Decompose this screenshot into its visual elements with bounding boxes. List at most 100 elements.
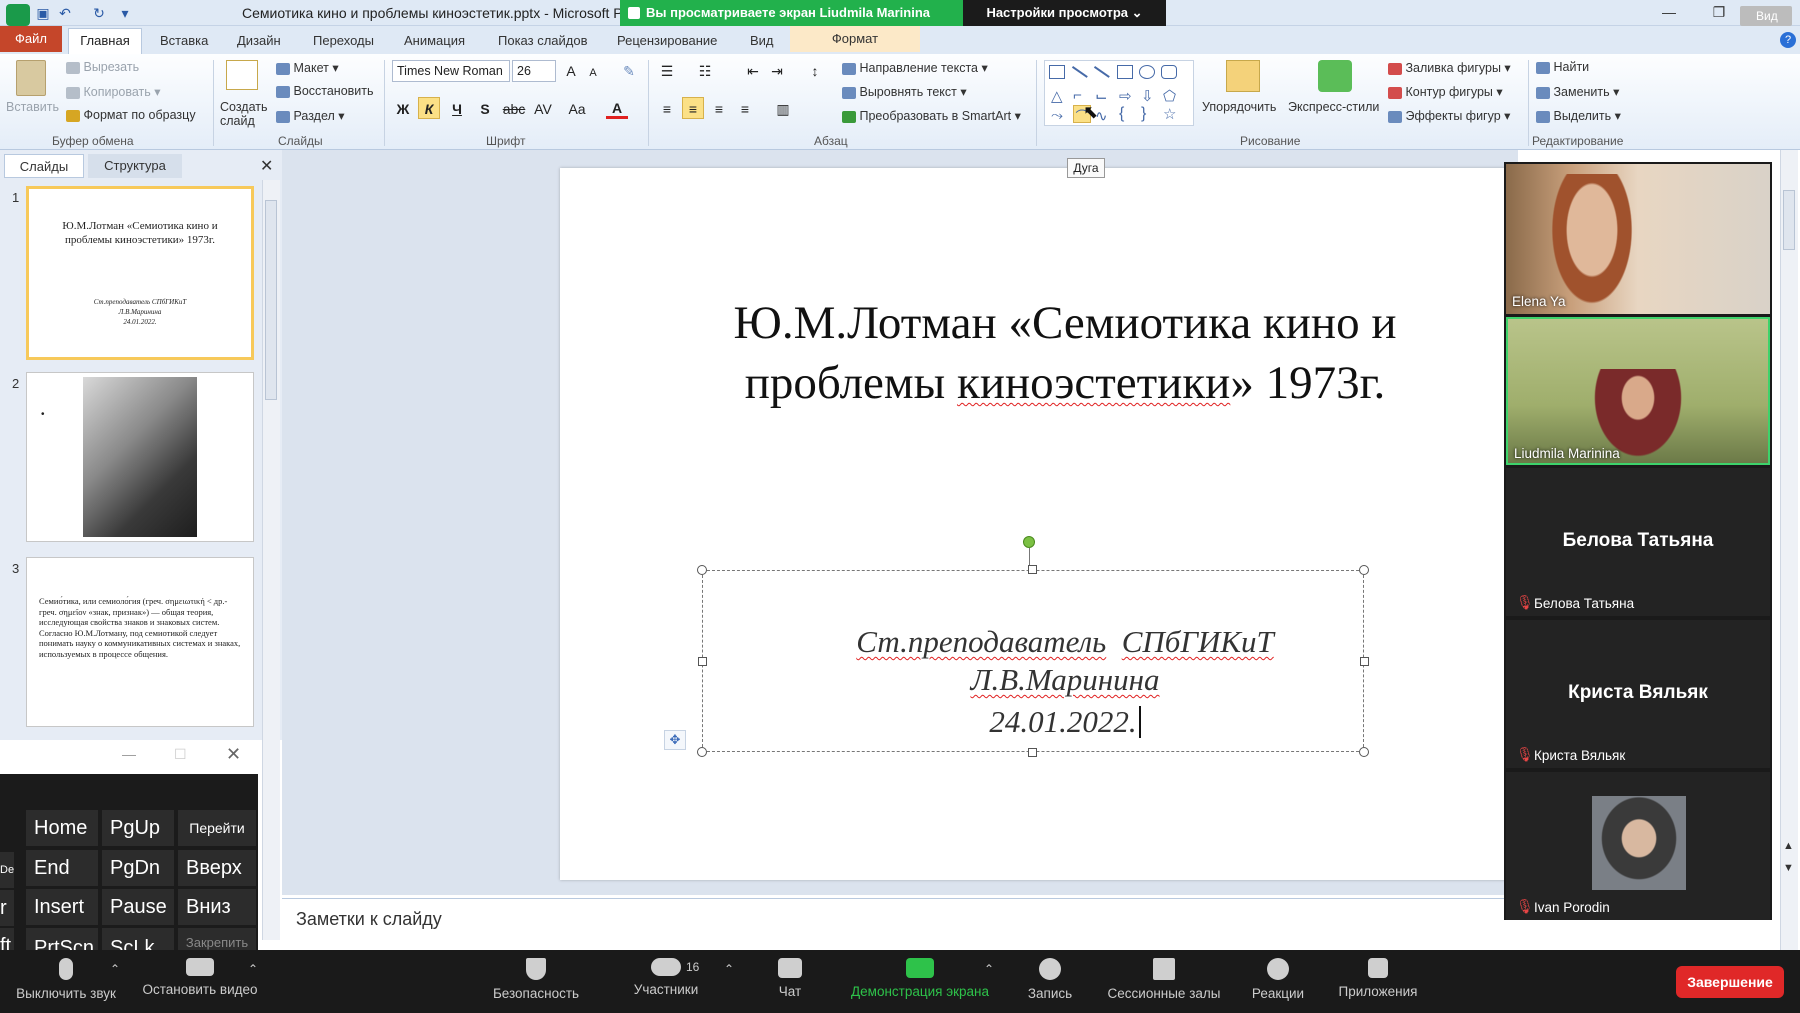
tab-file[interactable]: Файл <box>0 26 62 52</box>
replace-button[interactable]: Заменить ▾ <box>1536 84 1619 99</box>
prev-slide-icon[interactable]: ▲ <box>1783 840 1794 852</box>
tab-view[interactable]: Вид <box>750 33 774 48</box>
textbox-shape-icon[interactable] <box>1049 65 1065 79</box>
tab-outline[interactable]: Структура <box>88 154 182 178</box>
star-shape-icon[interactable]: ☆ <box>1163 105 1176 123</box>
tab-slideshow[interactable]: Показ слайдов <box>498 33 588 48</box>
section-button[interactable]: Раздел ▾ <box>276 108 345 123</box>
chat-button[interactable]: Чат <box>770 958 810 999</box>
end-meeting-button[interactable]: Завершение <box>1676 966 1784 998</box>
resize-handle[interactable] <box>1359 747 1369 757</box>
paste-button[interactable]: Вставить <box>6 100 59 114</box>
slide-thumbnail-2[interactable]: • <box>26 372 254 542</box>
triangle-shape-icon[interactable]: △ <box>1051 87 1063 105</box>
shape-effects-button[interactable]: Эффекты фигур ▾ <box>1388 108 1510 123</box>
char-spacing-button[interactable]: AV <box>530 98 556 120</box>
video-tile-ivan[interactable]: 🎙 Ivan Porodin <box>1506 772 1770 920</box>
resize-handle[interactable] <box>1028 748 1037 757</box>
key-down[interactable]: Вниз <box>178 889 256 925</box>
breakout-rooms-button[interactable]: Сессионные залы <box>1104 958 1224 1001</box>
key-prtscn[interactable]: PrtScn <box>26 928 98 950</box>
new-slide-icon[interactable] <box>226 60 258 90</box>
grow-font-button[interactable]: A <box>560 60 582 82</box>
resize-handle[interactable] <box>697 565 707 575</box>
arrange-icon[interactable] <box>1226 60 1260 92</box>
shape-outline-button[interactable]: Контур фигуры ▾ <box>1388 84 1503 99</box>
arrange-button[interactable]: Упорядочить <box>1202 100 1276 114</box>
tab-design[interactable]: Дизайн <box>237 33 281 48</box>
bold-button[interactable]: Ж <box>392 98 414 120</box>
tab-transitions[interactable]: Переходы <box>313 33 374 48</box>
key-pin[interactable]: Закрепить <box>178 928 256 950</box>
resize-handle[interactable] <box>1359 565 1369 575</box>
text-direction-button[interactable]: Направление текста ▾ <box>842 60 988 75</box>
video-tile-belova[interactable]: Белова Татьяна 🎙 Белова Татьяна <box>1506 468 1770 616</box>
layout-button[interactable]: Макет ▾ <box>276 60 339 75</box>
reactions-button[interactable]: Реакции <box>1244 958 1312 1001</box>
line-shape-icon[interactable] <box>1072 65 1088 78</box>
maximize-icon[interactable]: ☐ <box>174 746 187 763</box>
video-tile-elena[interactable]: Elena Ya <box>1506 164 1770 314</box>
shrink-font-button[interactable]: A <box>582 62 604 84</box>
key-end[interactable]: End <box>26 850 98 886</box>
tab-review[interactable]: Рецензирование <box>617 33 717 48</box>
thumbnails-scrollbar[interactable] <box>262 180 280 940</box>
help-icon[interactable]: ? <box>1780 32 1796 48</box>
close-panel-icon[interactable]: ✕ <box>260 156 273 176</box>
font-name-select[interactable]: Times New Roman <box>392 60 510 82</box>
justify-button[interactable]: ≡ <box>734 98 756 120</box>
columns-button[interactable]: ▥ <box>772 98 794 120</box>
left-brace-shape-icon[interactable]: { <box>1119 105 1124 123</box>
redo-icon[interactable]: ↻ <box>90 4 108 22</box>
shadow-button[interactable]: S <box>474 98 496 120</box>
italic-button[interactable]: К <box>418 97 440 119</box>
resize-handle[interactable] <box>697 747 707 757</box>
key-edge[interactable]: Del <box>0 852 14 888</box>
tab-format[interactable]: Формат <box>790 26 920 52</box>
key-insert[interactable]: Insert <box>26 889 98 925</box>
undo-icon[interactable]: ↶ <box>56 4 74 22</box>
key-pgdn[interactable]: PgDn <box>102 850 174 886</box>
decrease-indent-button[interactable]: ⇤ <box>742 60 764 82</box>
editor-scrollbar[interactable]: ▲ ▼ <box>1780 150 1798 950</box>
rounded-rect-shape-icon[interactable] <box>1161 65 1177 79</box>
align-center-button[interactable]: ≡ <box>682 97 704 119</box>
chevron-up-icon[interactable]: ⌃ <box>110 962 120 976</box>
quick-styles-button[interactable]: Экспресс-стили <box>1288 100 1379 114</box>
rectangle-shape-icon[interactable] <box>1117 65 1133 79</box>
align-left-button[interactable]: ≡ <box>656 98 678 120</box>
view-button[interactable]: Вид <box>1740 6 1792 26</box>
slide-thumbnail-3[interactable]: Семио́тика, или семиоло́гия (греч. σημει… <box>26 557 254 727</box>
minimize-icon[interactable]: — <box>122 746 136 762</box>
font-color-button[interactable]: A <box>606 97 628 119</box>
numbering-button[interactable]: ☷ <box>694 60 716 82</box>
share-screen-button[interactable]: Демонстрация экрана <box>844 958 996 999</box>
key-edge[interactable]: r <box>0 890 14 926</box>
oval-shape-icon[interactable] <box>1139 65 1155 79</box>
paste-icon[interactable] <box>16 60 46 96</box>
tab-home[interactable]: Главная <box>68 28 142 54</box>
save-icon[interactable]: ▣ <box>34 4 52 22</box>
tab-animation[interactable]: Анимация <box>404 33 465 48</box>
tab-slides[interactable]: Слайды <box>4 154 84 178</box>
key-pgup[interactable]: PgUp <box>102 810 174 846</box>
arrow-shape-icon[interactable] <box>1094 65 1110 78</box>
view-options-button[interactable]: Настройки просмотра ⌄ <box>963 0 1166 26</box>
notes-field[interactable]: Заметки к слайду <box>282 898 1518 938</box>
key-sclk[interactable]: ScLk <box>102 928 174 950</box>
cut-button[interactable]: Вырезать <box>66 60 139 74</box>
down-arrow-shape-icon[interactable]: ⇩ <box>1141 87 1154 105</box>
clear-format-button[interactable]: ✎ <box>618 60 640 82</box>
elbow-connector-icon[interactable]: ⌐ <box>1073 87 1082 104</box>
security-button[interactable]: Безопасность <box>486 958 586 1001</box>
apps-button[interactable]: Приложения <box>1334 958 1422 999</box>
resize-handle[interactable] <box>1360 657 1369 666</box>
align-text-button[interactable]: Выровнять текст ▾ <box>842 84 967 99</box>
video-tile-krista[interactable]: Криста Вяльяк 🎙 Криста Вяльяк <box>1506 620 1770 768</box>
bullets-button[interactable]: ☰ <box>656 60 678 82</box>
mute-button[interactable]: Выключить звук <box>6 958 126 1001</box>
customize-qa-icon[interactable]: ▾ <box>116 4 134 22</box>
reset-button[interactable]: Восстановить <box>276 84 374 98</box>
change-case-button[interactable]: Aa <box>564 98 590 120</box>
rotate-handle[interactable] <box>1023 536 1035 548</box>
